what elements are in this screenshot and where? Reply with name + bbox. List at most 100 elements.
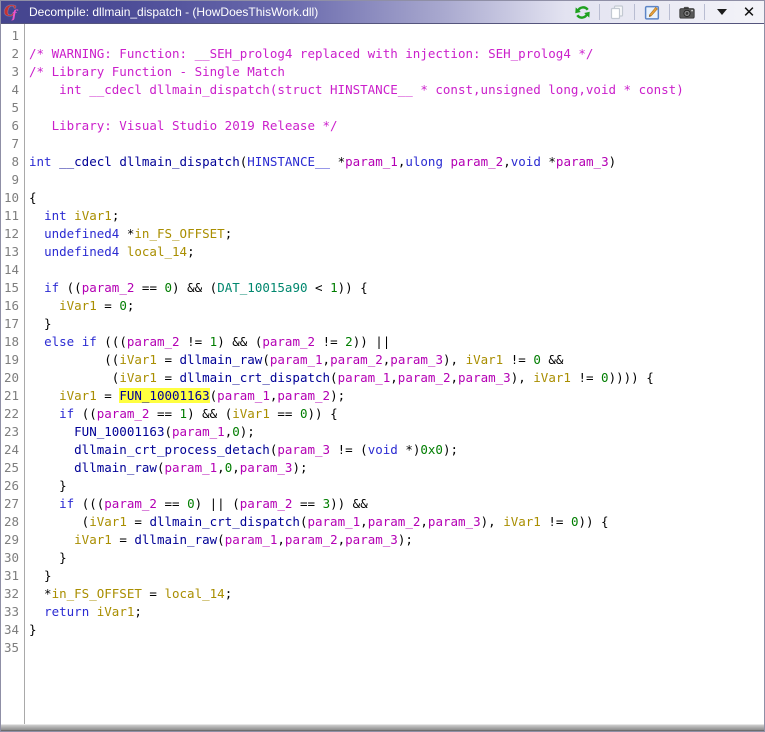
code-token[interactable]: param_1	[164, 460, 217, 475]
code-token[interactable]: local_14	[164, 586, 224, 601]
code-token[interactable]: iVar1	[59, 298, 97, 313]
titlebar[interactable]: C f Decompile: dllmain_dispatch - (HowDo…	[1, 1, 764, 24]
code-token[interactable]: void	[511, 154, 541, 169]
decompiler-code-panel[interactable]: 1 2/* WARNING: Function: __SEH_prolog4 re…	[1, 24, 764, 724]
code-token[interactable]: 0	[119, 298, 127, 313]
code-token[interactable]: =	[157, 370, 180, 385]
code-token[interactable]: ,	[390, 370, 398, 385]
code-token[interactable]: =	[142, 586, 165, 601]
code-token[interactable]: =	[127, 514, 150, 529]
code-token[interactable]: ==	[157, 496, 187, 511]
code-token[interactable]: param_1	[217, 388, 270, 403]
code-token[interactable]: param_1	[345, 154, 398, 169]
code-token[interactable]: !=	[541, 514, 571, 529]
code-token[interactable]: ;	[225, 226, 233, 241]
window-resize-edge[interactable]	[1, 724, 764, 731]
code-token[interactable]: param_3	[458, 370, 511, 385]
code-token[interactable]	[29, 532, 74, 547]
code-token[interactable]: ,	[450, 370, 458, 385]
highlighted-token[interactable]: FUN_10001163	[119, 388, 210, 403]
code-token[interactable]: );	[330, 388, 345, 403]
code-token[interactable]: __cdecl	[59, 154, 112, 169]
code-token[interactable]: param_2	[262, 334, 315, 349]
code-token[interactable]: int	[29, 154, 52, 169]
code-token[interactable]: ,	[338, 532, 346, 547]
code-token[interactable]: ) || (	[195, 496, 240, 511]
code-token[interactable]: iVar1	[59, 388, 97, 403]
re-decompile-button[interactable]	[572, 3, 592, 22]
code-token[interactable]: param_1	[270, 352, 323, 367]
edit-button[interactable]	[642, 3, 662, 22]
code-token[interactable]	[29, 334, 44, 349]
code-token[interactable]: *	[29, 586, 52, 601]
code-token[interactable]: iVar1	[74, 208, 112, 223]
code-token[interactable]: 3	[323, 496, 331, 511]
code-token[interactable]: 0	[187, 496, 195, 511]
code-token[interactable]: param_2	[97, 406, 150, 421]
code-token[interactable]: ;	[112, 208, 120, 223]
code-token[interactable]: )) {	[308, 406, 338, 421]
code-token[interactable]	[119, 244, 127, 259]
code-token[interactable]: undefined4	[44, 226, 119, 241]
code-token[interactable]: FUN_10001163	[74, 424, 164, 439]
code-token[interactable]: ulong	[405, 154, 443, 169]
code-token[interactable]	[29, 208, 44, 223]
code-token[interactable]: param_3	[556, 154, 609, 169]
code-token[interactable]: !=	[571, 370, 601, 385]
code-token[interactable]: else	[44, 334, 74, 349]
code-token[interactable]: dllmain_crt_process_detach	[74, 442, 270, 457]
code-token[interactable]: ),	[511, 370, 534, 385]
code-token[interactable]: )) &&	[330, 496, 368, 511]
close-button[interactable]: ✕	[739, 3, 759, 22]
code-token[interactable]	[29, 298, 59, 313]
code-token[interactable]: (	[164, 424, 172, 439]
code-token[interactable]	[29, 496, 59, 511]
code-token[interactable]: iVar1	[74, 532, 112, 547]
code-token[interactable]: =	[112, 532, 135, 547]
code-token[interactable]: HINSTANCE__	[247, 154, 330, 169]
code-token[interactable]	[89, 604, 97, 619]
code-token[interactable]: 1	[330, 280, 338, 295]
code-token[interactable]: dllmain_crt_dispatch	[180, 370, 331, 385]
code-token[interactable]: );	[292, 460, 307, 475]
code-token[interactable]: undefined4	[44, 244, 119, 259]
code-token[interactable]: ) && (	[217, 334, 262, 349]
code-token[interactable]: )))) {	[609, 370, 654, 385]
code-token[interactable]: (	[217, 532, 225, 547]
code-token[interactable]: dllmain_raw	[74, 460, 157, 475]
code-token[interactable]: ,	[277, 532, 285, 547]
code-token[interactable]	[29, 388, 59, 403]
code-token[interactable]: *	[119, 226, 135, 241]
code-token[interactable]: ;	[127, 298, 135, 313]
code-token[interactable]: )	[609, 154, 617, 169]
code-token[interactable]: Library: Visual Studio 2019 Release */	[29, 118, 338, 133]
code-token[interactable]: =	[97, 298, 120, 313]
snapshot-button[interactable]	[677, 3, 697, 22]
code-token[interactable]: ((	[59, 280, 82, 295]
code-token[interactable]: param_3	[390, 352, 443, 367]
code-token[interactable]: }	[29, 316, 52, 331]
code-token[interactable]: param_2	[127, 334, 180, 349]
code-token[interactable]: dllmain_crt_dispatch	[149, 514, 300, 529]
code-token[interactable]: param_2	[451, 154, 504, 169]
code-token[interactable]: param_2	[82, 280, 135, 295]
code-token[interactable]: dllmain_raw	[134, 532, 217, 547]
code-token[interactable]: 0x0	[420, 442, 443, 457]
code-token[interactable]: ((	[74, 406, 97, 421]
code-token[interactable]: ;	[225, 586, 233, 601]
code-token[interactable]: );	[398, 532, 413, 547]
code-token[interactable]: param_1	[172, 424, 225, 439]
code-token[interactable]: /* WARNING: Function: __SEH_prolog4 repl…	[29, 46, 593, 61]
code-token[interactable]: ==	[149, 406, 179, 421]
menu-button[interactable]	[712, 3, 732, 22]
code-token[interactable]: param_2	[330, 352, 383, 367]
code-token[interactable]: param_3	[345, 532, 398, 547]
code-token[interactable]: (	[262, 352, 270, 367]
code-token[interactable]: ==	[292, 496, 322, 511]
code-token[interactable]: param_2	[398, 370, 451, 385]
code-token[interactable]: *	[330, 154, 346, 169]
code-token[interactable]	[52, 154, 60, 169]
code-token[interactable]: param_2	[368, 514, 421, 529]
code-token[interactable]	[29, 226, 44, 241]
code-token[interactable]: param_3	[428, 514, 481, 529]
